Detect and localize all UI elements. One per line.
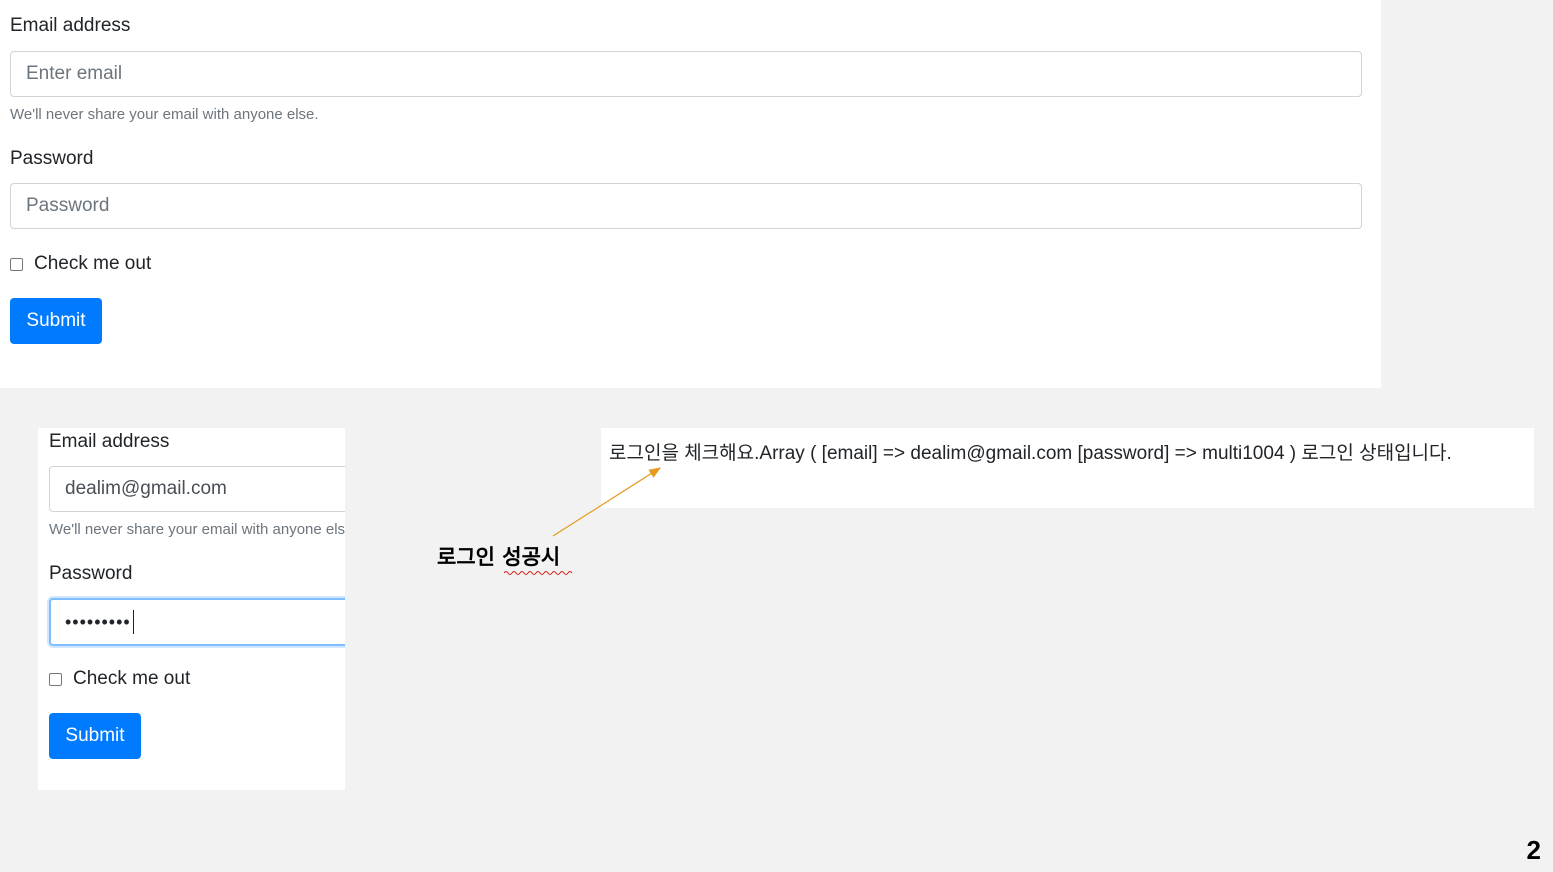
email-placeholder: Enter email xyxy=(26,63,123,84)
password-input[interactable]: ••••••••• xyxy=(49,598,345,646)
check-me-out-checkbox[interactable] xyxy=(10,257,23,271)
password-label: Password xyxy=(49,563,133,584)
page-number: 2 xyxy=(1526,835,1541,865)
login-form-filled: Email address dealim@gmail.com We'll nev… xyxy=(38,428,345,790)
login-result-box: 로그인을 체크해요.Array ( [email] => dealim@gmai… xyxy=(601,428,1534,508)
check-me-out-checkbox[interactable] xyxy=(49,672,62,686)
text-cursor xyxy=(132,610,134,634)
login-form-empty: Email address Enter email We'll never sh… xyxy=(0,0,1381,388)
email-input[interactable]: dealim@gmail.com xyxy=(49,466,345,512)
check-me-out-label: Check me out xyxy=(34,253,152,274)
check-me-out-label: Check me out xyxy=(73,668,191,689)
submit-button[interactable]: Submit xyxy=(10,298,102,344)
check-me-out-row[interactable]: Check me out xyxy=(10,253,151,275)
submit-button[interactable]: Submit xyxy=(49,713,141,759)
email-label: Email address xyxy=(49,431,170,452)
annotation-label: 로그인 성공시 xyxy=(437,545,561,569)
spellcheck-underline xyxy=(504,571,573,575)
email-input[interactable]: Enter email xyxy=(10,51,1362,97)
email-value: dealim@gmail.com xyxy=(65,478,227,499)
check-me-out-row[interactable]: Check me out xyxy=(49,668,190,690)
email-help-text: We'll never share your email with anyone… xyxy=(10,106,319,123)
login-result-text: 로그인을 체크해요.Array ( [email] => dealim@gmai… xyxy=(609,443,1452,464)
email-label: Email address xyxy=(10,15,131,36)
password-placeholder: Password xyxy=(26,195,110,216)
email-help-text: We'll never share your email with anyone… xyxy=(49,521,345,538)
password-masked-value: ••••••••• xyxy=(65,611,131,632)
password-label: Password xyxy=(10,148,94,169)
password-input[interactable]: Password xyxy=(10,183,1362,229)
